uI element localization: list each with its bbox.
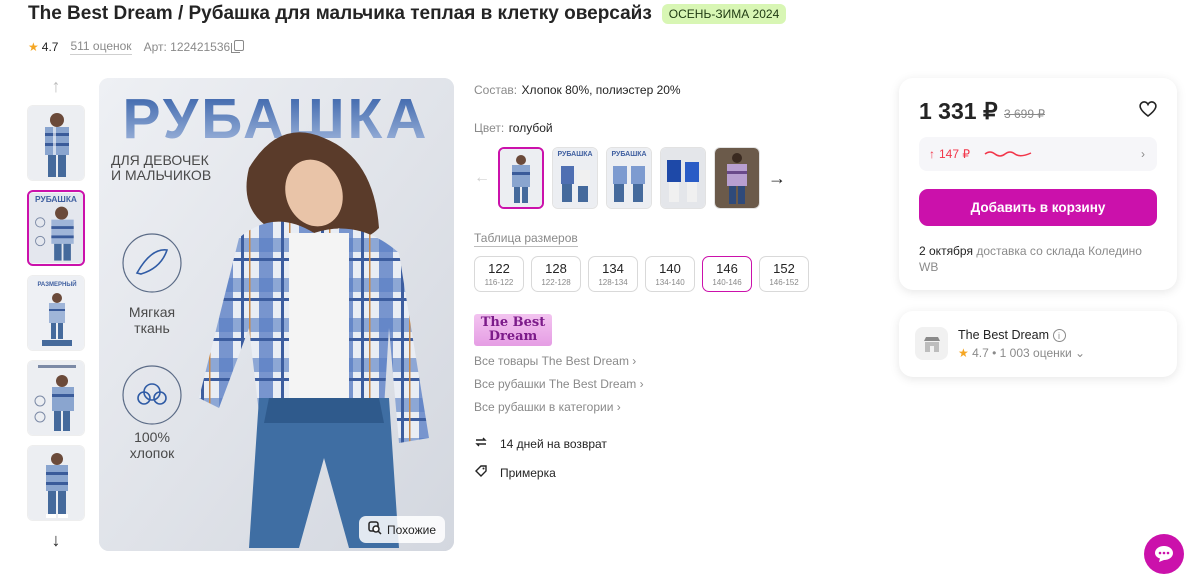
chevron-right-icon: ›	[1141, 147, 1145, 161]
old-price: 3 699 ₽	[1004, 107, 1045, 121]
season-badge: ОСЕНЬ-ЗИМА 2024	[661, 4, 787, 24]
seller-name[interactable]: The Best Dream i	[958, 328, 1066, 342]
link-all-brand-products[interactable]: Все товары The Best Dream	[474, 354, 854, 368]
chevron-down-icon: ⌄	[1075, 346, 1086, 360]
thumbnail-1[interactable]	[27, 105, 85, 181]
thumbnail-4[interactable]	[27, 360, 85, 436]
chat-icon	[1155, 546, 1173, 562]
product-rating: 4.7	[41, 40, 59, 54]
svg-text:ДЛЯ ДЕВОЧЕК: ДЛЯ ДЕВОЧЕК	[111, 152, 210, 168]
size-option-128[interactable]: 128 122-128	[531, 256, 581, 292]
article-number: Арт: 122421536	[144, 40, 245, 54]
similar-label: Похожие	[387, 522, 436, 537]
colors-next-arrow-icon[interactable]: →	[768, 168, 786, 189]
color-value: голубой	[508, 121, 553, 135]
size-table-link[interactable]: Таблица размеров	[474, 231, 578, 247]
wallet-discount-row[interactable]: ↑ 147 ₽ ›	[919, 137, 1157, 171]
fitting[interactable]: Примерка	[474, 464, 854, 481]
color-swatch-1[interactable]	[498, 147, 544, 209]
current-price: 1 331 ₽	[919, 98, 998, 124]
product-info: Состав: Хлопок 80%, полиэстер 20% Цвет: …	[474, 78, 854, 481]
svg-text:ткань: ткань	[134, 320, 170, 336]
size-option-134[interactable]: 134 128-134	[588, 256, 638, 292]
link-category-shirts[interactable]: Все рубашки в категории	[474, 400, 854, 414]
seller-card[interactable]: The Best Dream i ★ 4.7 • 1 003 оценки ⌄	[899, 311, 1177, 377]
composition-row: Состав: Хлопок 80%, полиэстер 20%	[474, 83, 681, 97]
svg-text:РУБАШКА: РУБАШКА	[611, 151, 646, 158]
color-swatch-4[interactable]	[660, 147, 706, 209]
shop-icon	[915, 327, 948, 360]
arrow-up-icon: ↑	[929, 147, 935, 161]
reviews-link[interactable]: 511 оценок	[70, 39, 132, 55]
similar-search-icon	[368, 521, 382, 538]
thumbnail-5[interactable]	[27, 445, 85, 521]
similar-button[interactable]: Похожие	[359, 516, 445, 543]
color-row: Цвет: голубой	[474, 121, 553, 135]
svg-text:100%: 100%	[134, 429, 170, 445]
chat-button[interactable]	[1144, 534, 1184, 574]
delivery-info: 2 октября доставка со склада Коледино WB	[919, 244, 1142, 274]
size-option-152[interactable]: 152 146-152	[759, 256, 809, 292]
star-icon: ★	[28, 40, 39, 54]
svg-text:хлопок: хлопок	[130, 445, 175, 461]
product-meta: ★ 4.7 511 оценок Арт: 122421536	[28, 39, 245, 55]
color-swatches: ← РУБАШКА РУБАШКА →	[474, 147, 854, 209]
composition-value: Хлопок 80%, полиэстер 20%	[521, 83, 681, 97]
heart-icon[interactable]	[1138, 100, 1158, 123]
add-to-cart-button[interactable]: Добавить в корзину	[919, 189, 1157, 226]
return-arrows-icon	[474, 435, 488, 452]
size-option-140[interactable]: 140 134-140	[645, 256, 695, 292]
product-title: The Best Dream / Рубашка для мальчика те…	[28, 3, 652, 24]
wallet-discount: 147 ₽	[939, 147, 970, 161]
thumbnail-3[interactable]: РАЗМЕРНЫЙ	[27, 275, 85, 351]
thumbs-up-arrow-icon[interactable]: ↑	[26, 74, 86, 98]
size-options: 122 116-122 128 122-128 134 128-134 140 134-…	[474, 256, 854, 292]
svg-text:РУБАШКА: РУБАШКА	[35, 194, 77, 204]
size-option-146[interactable]: 146 140-146	[702, 256, 752, 292]
link-brand-shirts[interactable]: Все рубашки The Best Dream	[474, 377, 854, 391]
svg-text:Мягкая: Мягкая	[129, 304, 175, 320]
thumbnail-2[interactable]: РУБАШКА	[27, 190, 85, 266]
price-card: 1 331 ₽ 3 699 ₽ ↑ 147 ₽ › Добавить в кор…	[899, 78, 1177, 290]
title-row: The Best Dream / Рубашка для мальчика те…	[28, 3, 787, 25]
tag-icon	[474, 464, 488, 481]
brand-logo[interactable]: The Best Dream	[474, 314, 552, 346]
copy-icon[interactable]	[231, 40, 245, 53]
thumbnail-column: ↑ РУБАШКА РАЗМЕРНЫЙ ↓	[26, 74, 86, 552]
colors-prev-arrow-icon[interactable]: ←	[474, 169, 490, 187]
svg-text:И МАЛЬЧИКОВ: И МАЛЬЧИКОВ	[111, 167, 211, 183]
squiggle-icon	[984, 147, 1032, 161]
color-swatch-2[interactable]: РУБАШКА	[552, 147, 598, 209]
size-option-122[interactable]: 122 116-122	[474, 256, 524, 292]
info-icon[interactable]: i	[1052, 329, 1066, 342]
thumbs-down-arrow-icon[interactable]: ↓	[26, 528, 86, 552]
return-policy[interactable]: 14 дней на возврат	[474, 435, 854, 452]
star-icon: ★	[958, 346, 969, 360]
svg-text:РАЗМЕРНЫЙ: РАЗМЕРНЫЙ	[37, 280, 76, 288]
main-product-photo[interactable]: РУБАШКА ДЛЯ ДЕВОЧЕК И МАЛЬЧИКОВ Мягкая т…	[99, 78, 454, 551]
svg-text:РУБАШКА: РУБАШКА	[557, 151, 592, 158]
color-swatch-3[interactable]: РУБАШКА	[606, 147, 652, 209]
seller-rating[interactable]: ★ 4.7 • 1 003 оценки ⌄	[958, 346, 1085, 360]
color-swatch-5[interactable]	[714, 147, 760, 209]
